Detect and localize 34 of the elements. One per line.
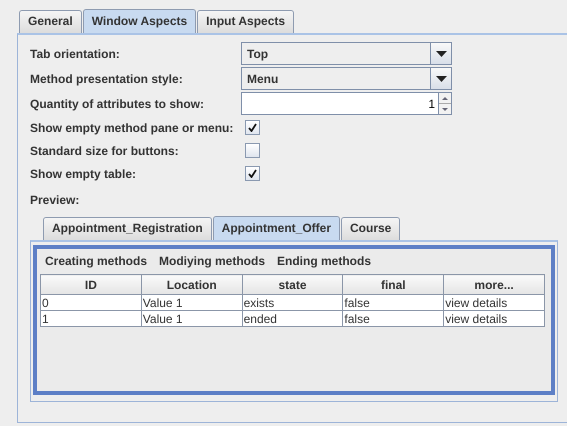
tab[interactable]: Window Aspects <box>82 9 196 33</box>
table-cell: ended <box>242 310 343 326</box>
dropdown[interactable]: Top <box>241 42 452 65</box>
field-label: Standard size for buttons: <box>30 144 180 158</box>
table-cell: false <box>342 294 444 310</box>
tab[interactable]: Appointment_Registration <box>43 217 212 240</box>
field-label: Tab orientation: <box>30 46 121 60</box>
table-cell: Value 1 <box>141 294 242 310</box>
column-header[interactable]: final <box>342 274 444 294</box>
column-header[interactable]: state <box>242 274 343 294</box>
tab[interactable]: General <box>19 10 82 33</box>
table-cell: false <box>342 310 444 326</box>
menu-item[interactable]: Ending methods <box>277 254 372 270</box>
column-header[interactable]: ID <box>40 274 142 294</box>
number-field[interactable]: 1 <box>241 92 439 115</box>
table-cell: exists <box>242 294 343 310</box>
preview-label: Preview: <box>30 193 80 207</box>
table-cell: view details <box>444 310 544 326</box>
table-cell: view details <box>444 294 544 310</box>
field-label: Quantity of attributes to show: <box>30 96 205 110</box>
tab[interactable]: Appointment_Offer <box>212 216 340 240</box>
field-label: Method presentation style: <box>30 72 184 86</box>
table-cell: 0 <box>40 294 142 310</box>
column-header[interactable]: Location <box>141 274 242 294</box>
table-cell: 1 <box>40 310 142 326</box>
column-header[interactable]: more... <box>444 274 544 294</box>
menu-item[interactable]: Modiying methods <box>159 254 266 270</box>
dropdown[interactable]: Menu <box>241 67 452 90</box>
tab[interactable]: Input Aspects <box>197 10 294 33</box>
field-label: Show empty method pane or menu: <box>30 120 234 134</box>
field-label: Show empty table: <box>30 166 138 180</box>
tab[interactable]: Course <box>341 217 400 240</box>
menu-item[interactable]: Creating methods <box>45 254 148 270</box>
table-cell: Value 1 <box>141 310 242 326</box>
